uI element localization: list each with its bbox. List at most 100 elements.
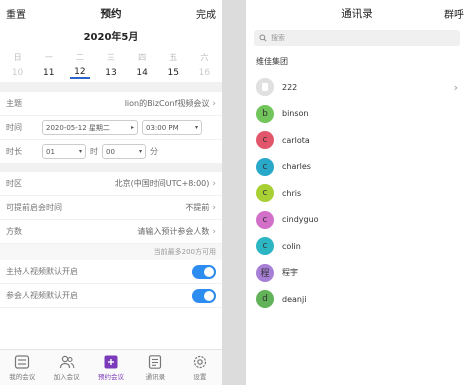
group-header: 维佳集团 — [256, 57, 288, 66]
tab-label: 加入会议 — [53, 372, 80, 381]
duration-row: 时长 01 ▾ 时 00 ▾ 分 — [0, 140, 222, 164]
day-cell[interactable]: 15 — [163, 68, 183, 78]
contact-name: colin — [282, 241, 301, 251]
contact-list: 222 › b binson c carlota c charles c chris c cindyg… — [246, 74, 468, 313]
tab-label: 我的会议 — [9, 372, 36, 381]
avatar: c — [256, 237, 274, 256]
subject-value: lion的BizConf视频会议 — [124, 99, 210, 108]
tab-contacts[interactable]: 通讯录 — [133, 350, 177, 385]
group-call-button[interactable]: 群呼 — [444, 6, 464, 21]
contact-item[interactable]: b binson — [246, 101, 468, 128]
weekday-label: 四 — [138, 52, 147, 62]
contact-name: chris — [282, 188, 302, 198]
search-input[interactable]: 搜索 — [254, 30, 460, 46]
capacity-input[interactable]: 请输入预计参会人数 — [42, 226, 209, 237]
host-video-toggle[interactable] — [192, 264, 216, 279]
chevron-right-icon: › — [212, 226, 216, 237]
schedule-meeting-screen: 重置 预约 完成 2020年5月 日 一 二 三 四 五 六 10 11 12 … — [0, 0, 222, 385]
avatar: c — [256, 184, 274, 203]
contact-name: carlota — [282, 135, 310, 145]
contact-item[interactable]: c chris — [246, 180, 468, 207]
page-title: 通讯录 — [341, 7, 373, 20]
day-cell[interactable]: 13 — [101, 68, 121, 78]
contact-item[interactable]: 222 › — [246, 74, 468, 101]
chevron-right-icon: › — [212, 178, 216, 189]
subject-label: 主题 — [6, 99, 22, 108]
avatar: c — [256, 157, 274, 176]
day-cell[interactable]: 11 — [39, 68, 59, 78]
gear-icon — [193, 355, 206, 368]
time-label: 时间 — [6, 123, 22, 132]
day-cell[interactable]: 14 — [132, 68, 152, 78]
done-button[interactable]: 完成 — [196, 6, 216, 21]
contact-name: cindyguo — [282, 215, 319, 225]
contacts-screen: 通讯录 群呼 搜索 维佳集团 222 › b binson c carlota c charl… — [246, 0, 468, 385]
contact-item[interactable]: c cindyguo — [246, 207, 468, 234]
participant-video-label: 参会人视频默认开启 — [6, 291, 78, 300]
capacity-label: 方数 — [6, 227, 22, 236]
divider — [0, 164, 222, 172]
contact-name: 222 — [282, 82, 298, 92]
contacts-header: 通讯录 群呼 — [246, 0, 468, 26]
chevron-right-icon: › — [212, 202, 216, 213]
date-value: 2020-05-12 星期二 — [46, 123, 110, 132]
weekday-label: 三 — [106, 52, 115, 62]
hours-unit: 时 — [90, 147, 98, 156]
weekday-label: 五 — [169, 52, 178, 62]
contact-name: 程宇 — [282, 268, 298, 278]
day-cell-selected[interactable]: 12 — [69, 67, 90, 79]
host-video-label: 主持人视频默认开启 — [6, 267, 78, 276]
timezone-row[interactable]: 时区 北京(中国时间UTC+8:00) › — [0, 172, 222, 196]
date-select[interactable]: 2020-05-12 星期二 ▸ — [42, 120, 138, 135]
clock-select[interactable]: 03:00 PM ▾ — [142, 120, 202, 135]
contact-item[interactable]: d deanji — [246, 286, 468, 313]
capacity-hint: 当前最多200方可用 — [0, 244, 222, 260]
minutes-select[interactable]: 00 ▾ — [102, 144, 146, 159]
default-avatar-icon — [256, 78, 274, 97]
avatar: c — [256, 131, 274, 150]
contact-item[interactable]: c colin — [246, 233, 468, 260]
weekday-label: 二 — [75, 52, 84, 62]
host-video-row: 主持人视频默认开启 — [0, 260, 222, 284]
tab-my-meetings[interactable]: 我的会议 — [0, 350, 44, 385]
contact-item[interactable]: c carlota — [246, 127, 468, 154]
contact-name: charles — [282, 162, 311, 172]
plus-calendar-icon — [104, 355, 118, 368]
duration-label: 时长 — [6, 147, 22, 156]
early-join-row[interactable]: 可提前启会时间 不提前 › — [0, 196, 222, 220]
day-row: 10 11 12 13 14 15 16 — [0, 64, 222, 82]
people-icon — [59, 355, 74, 368]
contact-name: binson — [282, 109, 309, 119]
tab-settings[interactable]: 设置 — [178, 350, 222, 385]
hours-select[interactable]: 01 ▾ — [42, 144, 86, 159]
contact-item[interactable]: c charles — [246, 154, 468, 181]
month-label: 2020年5月 — [83, 32, 139, 43]
schedule-header: 重置 预约 完成 — [0, 0, 222, 26]
time-row: 时间 2020-05-12 星期二 ▸ 03:00 PM ▾ — [0, 116, 222, 140]
weekday-label: 一 — [44, 52, 53, 62]
tab-label: 通讯录 — [145, 372, 166, 381]
avatar: 程 — [256, 263, 274, 282]
participant-video-row: 参会人视频默认开启 — [0, 284, 222, 308]
tab-label: 预约会议 — [98, 372, 125, 381]
contacts-book-icon — [149, 354, 162, 369]
divider — [0, 82, 222, 92]
caret-right-icon: ▸ — [130, 124, 134, 131]
timezone-label: 时区 — [6, 179, 22, 188]
tab-join-meeting[interactable]: 加入会议 — [44, 350, 88, 385]
capacity-row[interactable]: 方数 请输入预计参会人数 › — [0, 220, 222, 244]
tab-label: 设置 — [193, 372, 207, 381]
chevron-right-icon: › — [212, 98, 216, 109]
search-placeholder: 搜索 — [271, 34, 285, 42]
tab-schedule-meeting[interactable]: 预约会议 — [89, 350, 133, 385]
subject-row[interactable]: 主题 lion的BizConf视频会议 › — [0, 92, 222, 116]
timezone-value: 北京(中国时间UTC+8:00) — [114, 179, 210, 188]
avatar: b — [256, 104, 274, 123]
participant-video-toggle[interactable] — [192, 288, 216, 303]
early-join-label: 可提前启会时间 — [6, 203, 62, 212]
reset-button[interactable]: 重置 — [6, 6, 26, 21]
contact-item[interactable]: 程程宇 — [246, 260, 468, 287]
hours-value: 01 — [46, 147, 55, 156]
caret-down-icon: ▾ — [78, 148, 82, 155]
day-cell: 16 — [198, 68, 211, 78]
